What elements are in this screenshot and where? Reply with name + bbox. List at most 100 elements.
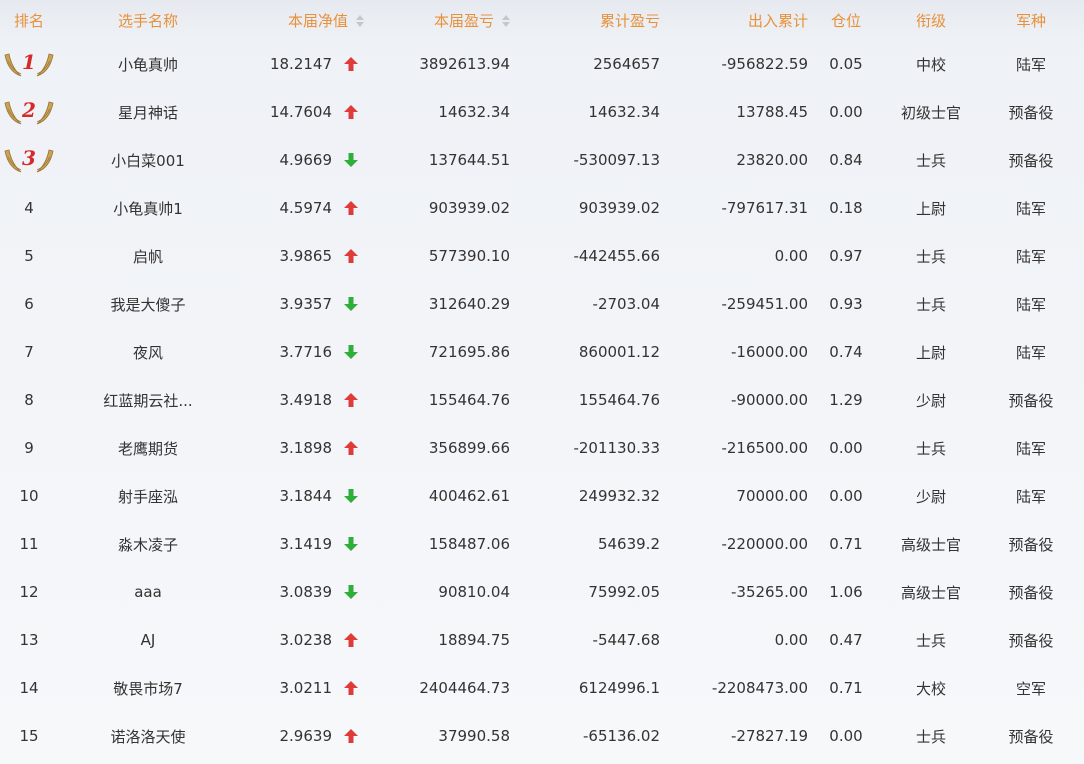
table-row[interactable]: 5 启帆 3.9865 577390.10 -442455.66 0.00 0.97 士兵 陆军 <box>0 232 1084 280</box>
cell-branch: 预备役 <box>1008 631 1054 650</box>
cell-name[interactable]: 诺洛洛天使 <box>58 712 238 760</box>
medal-icon: 1 <box>3 49 55 79</box>
header-nav-label: 本届净值 <box>287 11 348 30</box>
cell-title: 士兵 <box>915 151 946 170</box>
header-pnl-label: 本届盈亏 <box>433 11 494 30</box>
cell-name[interactable]: 星月神话 <box>58 88 238 136</box>
table-row[interactable]: 12 aaa 3.0839 90810.04 75992.05 -35265.00 1.06… <box>0 568 1084 616</box>
cell-position: 0.47 <box>829 631 863 649</box>
cell-name[interactable]: 夜风 <box>58 328 238 376</box>
cell-title: 中校 <box>915 55 946 74</box>
table-row[interactable]: 14 敬畏市场7 3.0211 2404464.73 6124996.1 -2208473… <box>0 664 1084 712</box>
table-row[interactable]: 4 小龟真帅1 4.5974 903939.02 903939.02 -797617.31… <box>0 184 1084 232</box>
cell-position: 1.29 <box>829 391 863 409</box>
cell-name[interactable]: 淼木凌子 <box>58 520 238 568</box>
cell-name[interactable]: 小龟真帅1 <box>58 184 238 232</box>
cell-pnl: 903939.02 <box>428 199 510 217</box>
arrow-up-icon <box>344 105 358 119</box>
cell-cum-pnl: -5447.68 <box>592 631 660 649</box>
cell-nav: 3.7716 <box>238 328 368 376</box>
cell-branch: 陆军 <box>1015 199 1046 218</box>
cell-rank: 7 <box>0 328 58 376</box>
table-row[interactable]: 13 AJ 3.0238 18894.75 -5447.68 0.00 0.47 士兵 预备役 <box>0 616 1084 664</box>
table-row[interactable]: 10 射手座泓 3.1844 400462.61 249932.32 70000.00 0.… <box>0 472 1084 520</box>
header-branch: 军种 <box>1015 11 1046 30</box>
arrow-up-icon <box>344 633 358 647</box>
table-body: 1 小龟真帅 18.2147 3892613.94 2564657 -956822.59 0… <box>0 40 1084 760</box>
cell-position: 0.71 <box>829 679 863 697</box>
cell-position: 0.00 <box>829 103 863 121</box>
cell-rank: 6 <box>0 280 58 328</box>
cell-branch: 陆军 <box>1015 439 1046 458</box>
cell-flow: 0.00 <box>774 247 808 265</box>
cell-rank: 15 <box>0 712 58 760</box>
cell-pnl: 158487.06 <box>428 535 510 553</box>
cell-branch: 陆军 <box>1015 487 1046 506</box>
cell-cum-pnl: -2703.04 <box>592 295 660 313</box>
sort-icon[interactable] <box>502 15 510 27</box>
nav-value: 18.2147 <box>269 55 332 73</box>
cell-nav: 4.5974 <box>238 184 368 232</box>
nav-value: 3.7716 <box>279 343 333 361</box>
cell-branch: 空军 <box>1015 679 1046 698</box>
header-position: 仓位 <box>830 11 861 30</box>
cell-position: 0.00 <box>829 727 863 745</box>
cell-rank: 13 <box>0 616 58 664</box>
cell-title: 士兵 <box>915 247 946 266</box>
rank-number: 4 <box>24 199 34 217</box>
rank-number: 13 <box>19 631 39 649</box>
cell-flow: -259451.00 <box>721 295 808 313</box>
cell-flow: -220000.00 <box>721 535 808 553</box>
cell-position: 0.71 <box>829 535 863 553</box>
cell-title: 少尉 <box>915 391 946 410</box>
cell-name[interactable]: aaa <box>58 568 238 616</box>
cell-name[interactable]: 射手座泓 <box>58 472 238 520</box>
cell-title: 高级士官 <box>900 535 961 554</box>
table-row[interactable]: 1 小龟真帅 18.2147 3892613.94 2564657 -956822.59 0… <box>0 40 1084 88</box>
cell-pnl: 18894.75 <box>438 631 510 649</box>
header-pnl[interactable]: 本届盈亏 <box>368 0 510 40</box>
nav-value: 14.7604 <box>269 103 332 121</box>
sort-icon[interactable] <box>356 15 364 27</box>
cell-branch: 预备役 <box>1008 103 1054 122</box>
table-row[interactable]: 2 星月神话 14.7604 14632.34 14632.34 13788.45 0.00… <box>0 88 1084 136</box>
cell-pnl: 90810.04 <box>438 583 510 601</box>
cell-name[interactable]: 启帆 <box>58 232 238 280</box>
cell-flow: 0.00 <box>774 631 808 649</box>
cell-title: 高级士官 <box>900 583 961 602</box>
arrow-up-icon <box>344 57 358 71</box>
ranking-table: 排名 选手名称 本届净值 本届盈亏 累计盈亏 出入累计 仓位 衔级 军种 1 小龟… <box>0 0 1084 760</box>
table-row[interactable]: 3 小白菜001 4.9669 137644.51 -530097.13 23820.00… <box>0 136 1084 184</box>
rank-number: 10 <box>19 487 39 505</box>
cell-name[interactable]: AJ <box>58 616 238 664</box>
table-row[interactable]: 15 诺洛洛天使 2.9639 37990.58 -65136.02 -27827.19 0… <box>0 712 1084 760</box>
cell-name[interactable]: 我是大傻子 <box>58 280 238 328</box>
table-row[interactable]: 8 红蓝期云社... 3.4918 155464.76 155464.76 -90000.… <box>0 376 1084 424</box>
cell-name[interactable]: 红蓝期云社... <box>58 376 238 424</box>
cell-title: 士兵 <box>915 439 946 458</box>
cell-rank: 2 <box>0 88 58 136</box>
table-row[interactable]: 9 老鹰期货 3.1898 356899.66 -201130.33 -216500.00… <box>0 424 1084 472</box>
table-row[interactable]: 7 夜风 3.7716 721695.86 860001.12 -16000.00 0.74… <box>0 328 1084 376</box>
cell-flow: 13788.45 <box>736 103 808 121</box>
rank-number: 3 <box>22 146 36 170</box>
table-row[interactable]: 11 淼木凌子 3.1419 158487.06 54639.2 -220000.00 0.… <box>0 520 1084 568</box>
cell-nav: 3.0839 <box>238 568 368 616</box>
table-row[interactable]: 6 我是大傻子 3.9357 312640.29 -2703.04 -259451.00 0… <box>0 280 1084 328</box>
cell-branch: 陆军 <box>1015 55 1046 74</box>
cell-branch: 陆军 <box>1015 295 1046 314</box>
nav-value: 3.4918 <box>279 391 333 409</box>
cell-name[interactable]: 敬畏市场7 <box>58 664 238 712</box>
cell-flow: 23820.00 <box>736 151 808 169</box>
rank-number: 6 <box>24 295 34 313</box>
cell-pnl: 37990.58 <box>438 727 510 745</box>
cell-name[interactable]: 小白菜001 <box>58 136 238 184</box>
header-nav[interactable]: 本届净值 <box>238 0 368 40</box>
cell-name[interactable]: 小龟真帅 <box>58 40 238 88</box>
cell-title: 士兵 <box>915 631 946 650</box>
cell-nav: 3.1844 <box>238 472 368 520</box>
nav-value: 3.0211 <box>279 679 333 697</box>
nav-value: 4.5974 <box>279 199 333 217</box>
cell-name[interactable]: 老鹰期货 <box>58 424 238 472</box>
cell-pnl: 400462.61 <box>428 487 510 505</box>
